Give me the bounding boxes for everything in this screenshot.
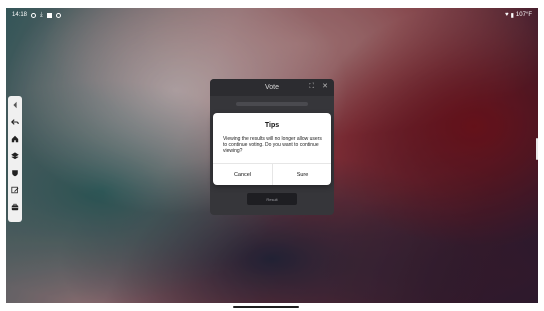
result-button[interactable]: Result — [247, 193, 297, 205]
back-icon[interactable] — [10, 117, 20, 127]
vote-window-header[interactable]: Vote ⛶ ✕ — [210, 79, 334, 96]
sure-button[interactable]: Sure — [273, 164, 332, 185]
vote-progress-bar — [236, 102, 308, 106]
dialog-title: Tips — [264, 122, 280, 129]
ring-icon — [55, 12, 61, 18]
layers-icon[interactable] — [10, 151, 20, 161]
edit-icon[interactable] — [10, 185, 20, 195]
shield-icon[interactable] — [10, 168, 20, 178]
side-toolbar — [8, 96, 22, 222]
collapse-arrow-icon[interactable] — [10, 100, 20, 110]
battery-icon: ▮ — [510, 12, 514, 19]
close-icon[interactable]: ✕ — [322, 83, 328, 91]
dialog-message: Viewing the results will no longer allow… — [223, 136, 322, 154]
status-temperature: 107°F — [515, 12, 532, 18]
heart-icon: ♥ — [505, 12, 509, 18]
square-icon — [46, 12, 52, 18]
status-time: 14:18 — [12, 12, 28, 18]
tips-dialog: Tips Viewing the results will no longer … — [213, 113, 331, 185]
toolbox-icon[interactable] — [10, 202, 20, 212]
gear-icon — [31, 12, 37, 18]
status-left: 14:18 ⤓ — [12, 12, 61, 18]
cancel-button[interactable]: Cancel — [213, 164, 272, 185]
vote-window-controls: ⛶ ✕ — [309, 83, 328, 91]
edge-drawer-handle[interactable] — [536, 138, 538, 160]
expand-icon[interactable]: ⛶ — [309, 83, 314, 91]
gesture-nav-bar[interactable] — [233, 306, 299, 308]
status-right: ♥ ▮ 107°F — [505, 12, 532, 19]
vote-window-title: Vote — [264, 84, 279, 91]
download-icon: ⤓ — [40, 11, 43, 18]
status-bar: 14:18 ⤓ ♥ ▮ 107°F — [6, 8, 538, 22]
home-icon[interactable] — [10, 134, 20, 144]
